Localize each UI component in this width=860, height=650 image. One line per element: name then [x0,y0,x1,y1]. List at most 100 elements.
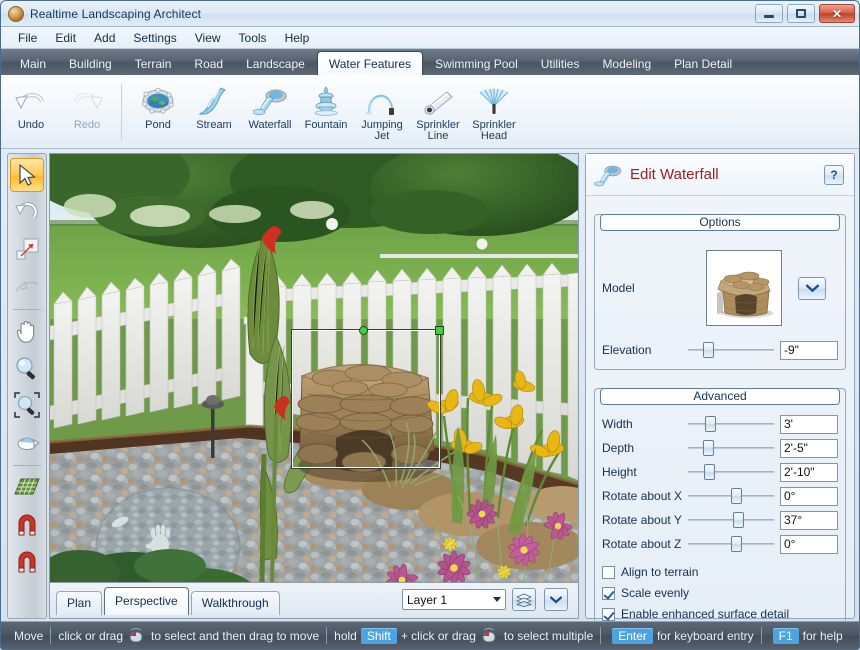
zoom-window-tool[interactable] [10,388,44,422]
help-button[interactable]: ? [824,165,844,185]
snap-magnet-tool[interactable] [10,507,44,541]
resize-tool[interactable] [10,232,44,266]
rotate-x-slider[interactable] [688,486,774,506]
tab-plan-detail[interactable]: Plan Detail [663,53,743,75]
ribbon-label-redo: Redo [73,119,101,131]
ribbon-label-fountain: Fountain [304,119,348,131]
ribbon-button-stream[interactable]: Stream [188,80,240,144]
tab-building[interactable]: Building [58,53,123,75]
rotate-x-value[interactable]: 0° [780,486,838,506]
depth-slider-thumb[interactable] [703,440,715,456]
depth-value[interactable]: 2'-5" [780,438,838,458]
rotate-tool[interactable] [10,195,44,229]
depth-row: Depth 2'-5" [602,436,838,460]
view-tab-walkthrough[interactable]: Walkthrough [190,590,280,615]
menu-item-help[interactable]: Help [276,28,319,48]
ribbon-button-waterfall[interactable]: Waterfall [244,80,296,144]
shift-key-badge: Shift [360,627,397,644]
enhanced-surface-detail-checkbox[interactable] [602,607,615,621]
model-dropdown-button[interactable] [798,276,826,300]
menu-item-settings[interactable]: Settings [124,28,185,48]
height-value[interactable]: 2'-10" [780,462,838,482]
app-logo-icon [8,5,24,22]
rotate-y-label: Rotate about Y [602,513,682,527]
layers-dropdown-button[interactable] [544,588,568,611]
view-tab-plan[interactable]: Plan [56,590,103,615]
tab-landscape[interactable]: Landscape [235,53,316,75]
edit-waterfall-panel: Edit Waterfall ? Options Model Elevation… [585,153,855,632]
model-thumbnail[interactable] [706,250,782,326]
scale-evenly-checkbox[interactable] [602,586,615,600]
align-to-terrain-checkbox[interactable] [602,565,615,579]
orbit-tool[interactable] [10,425,44,459]
rotate-y-slider[interactable] [688,510,774,530]
maximize-button[interactable] [787,4,815,23]
view-tab-perspective[interactable]: Perspective [104,586,189,615]
status-hint-select-move: click or drag to select and then drag to… [51,626,326,646]
width-value[interactable]: 3' [780,414,838,434]
height-slider-thumb[interactable] [704,464,716,480]
enhanced-surface-detail-row[interactable]: Enable enhanced surface detail [602,604,838,624]
elevation-slider[interactable] [688,340,774,360]
menu-item-file[interactable]: File [9,28,46,48]
ribbon-button-redo[interactable]: Redo [61,80,113,144]
ribbon-button-sprinkler-head[interactable]: Sprinkler Head [468,80,520,144]
depth-slider[interactable] [688,438,774,458]
menu-item-edit[interactable]: Edit [46,28,85,48]
ribbon-button-undo[interactable]: Undo [5,80,57,144]
tab-utilities[interactable]: Utilities [530,53,591,75]
ribbon-toolbar: Undo Redo Pond Stream Waterfall Fountain… [1,75,859,149]
width-slider[interactable] [688,414,774,434]
grid-tool[interactable] [10,470,44,504]
tab-main[interactable]: Main [9,53,57,75]
elevation-slider-thumb[interactable] [703,342,715,358]
layer-dropdown[interactable]: Layer 1 [402,589,506,610]
waterfall-rock-feature [295,364,438,482]
align-to-terrain-row[interactable]: Align to terrain [602,562,838,582]
ribbon-separator [121,84,122,140]
title-bar: Realtime Landscaping Architect ✕ [1,1,859,27]
width-slider-track [688,423,774,425]
height-label: Height [602,465,637,479]
ribbon-button-fountain[interactable]: Fountain [300,80,352,144]
ribbon-button-pond[interactable]: Pond [132,80,184,144]
rotate-z-slider-thumb[interactable] [731,536,742,552]
status-hint-2-mid: + click or drag [400,628,476,643]
curve-edit-tool[interactable] [10,269,44,303]
zoom-tool[interactable] [10,351,44,385]
rotate-x-slider-thumb[interactable] [731,488,742,504]
height-slider[interactable] [688,462,774,482]
3d-viewport[interactable] [49,153,579,583]
depth-label: Depth [602,441,635,455]
rotate-y-value[interactable]: 37° [780,510,838,530]
tab-water-features[interactable]: Water Features [316,51,424,75]
ribbon-button-jumping-jet[interactable]: Jumping Jet [356,80,408,144]
rotate-y-slider-thumb[interactable] [732,512,744,528]
select-arrow-tool[interactable] [10,158,44,192]
ribbon-button-sprinkler-line[interactable]: Sprinkler Line [412,80,464,144]
width-row: Width 3' [602,412,838,436]
menu-item-view[interactable]: View [186,28,230,48]
menu-item-add[interactable]: Add [85,28,124,48]
layers-button[interactable] [512,588,536,611]
rotate-z-value[interactable]: 0° [780,534,838,554]
close-button[interactable]: ✕ [819,4,855,23]
elevation-label: Elevation [602,343,652,357]
options-group-title: Options [600,214,840,231]
elevation-value[interactable]: -9" [780,340,838,360]
height-row: Height 2'-10" [602,460,838,484]
width-slider-thumb[interactable] [705,416,717,432]
tab-modeling[interactable]: Modeling [591,53,662,75]
rotate-y-row: Rotate about Y 37° [602,508,838,532]
menu-item-tools[interactable]: Tools [230,28,276,48]
pond-icon [140,84,176,117]
magnet-tool-2[interactable] [10,544,44,578]
scale-evenly-row[interactable]: Scale evenly [602,583,838,603]
tab-terrain[interactable]: Terrain [124,53,183,75]
tab-swimming-pool[interactable]: Swimming Pool [424,53,529,75]
model-label: Model [602,281,635,295]
tab-road[interactable]: Road [183,53,234,75]
rotate-z-slider[interactable] [688,534,774,554]
minimize-button[interactable] [755,4,783,23]
pan-hand-tool[interactable] [10,314,44,348]
